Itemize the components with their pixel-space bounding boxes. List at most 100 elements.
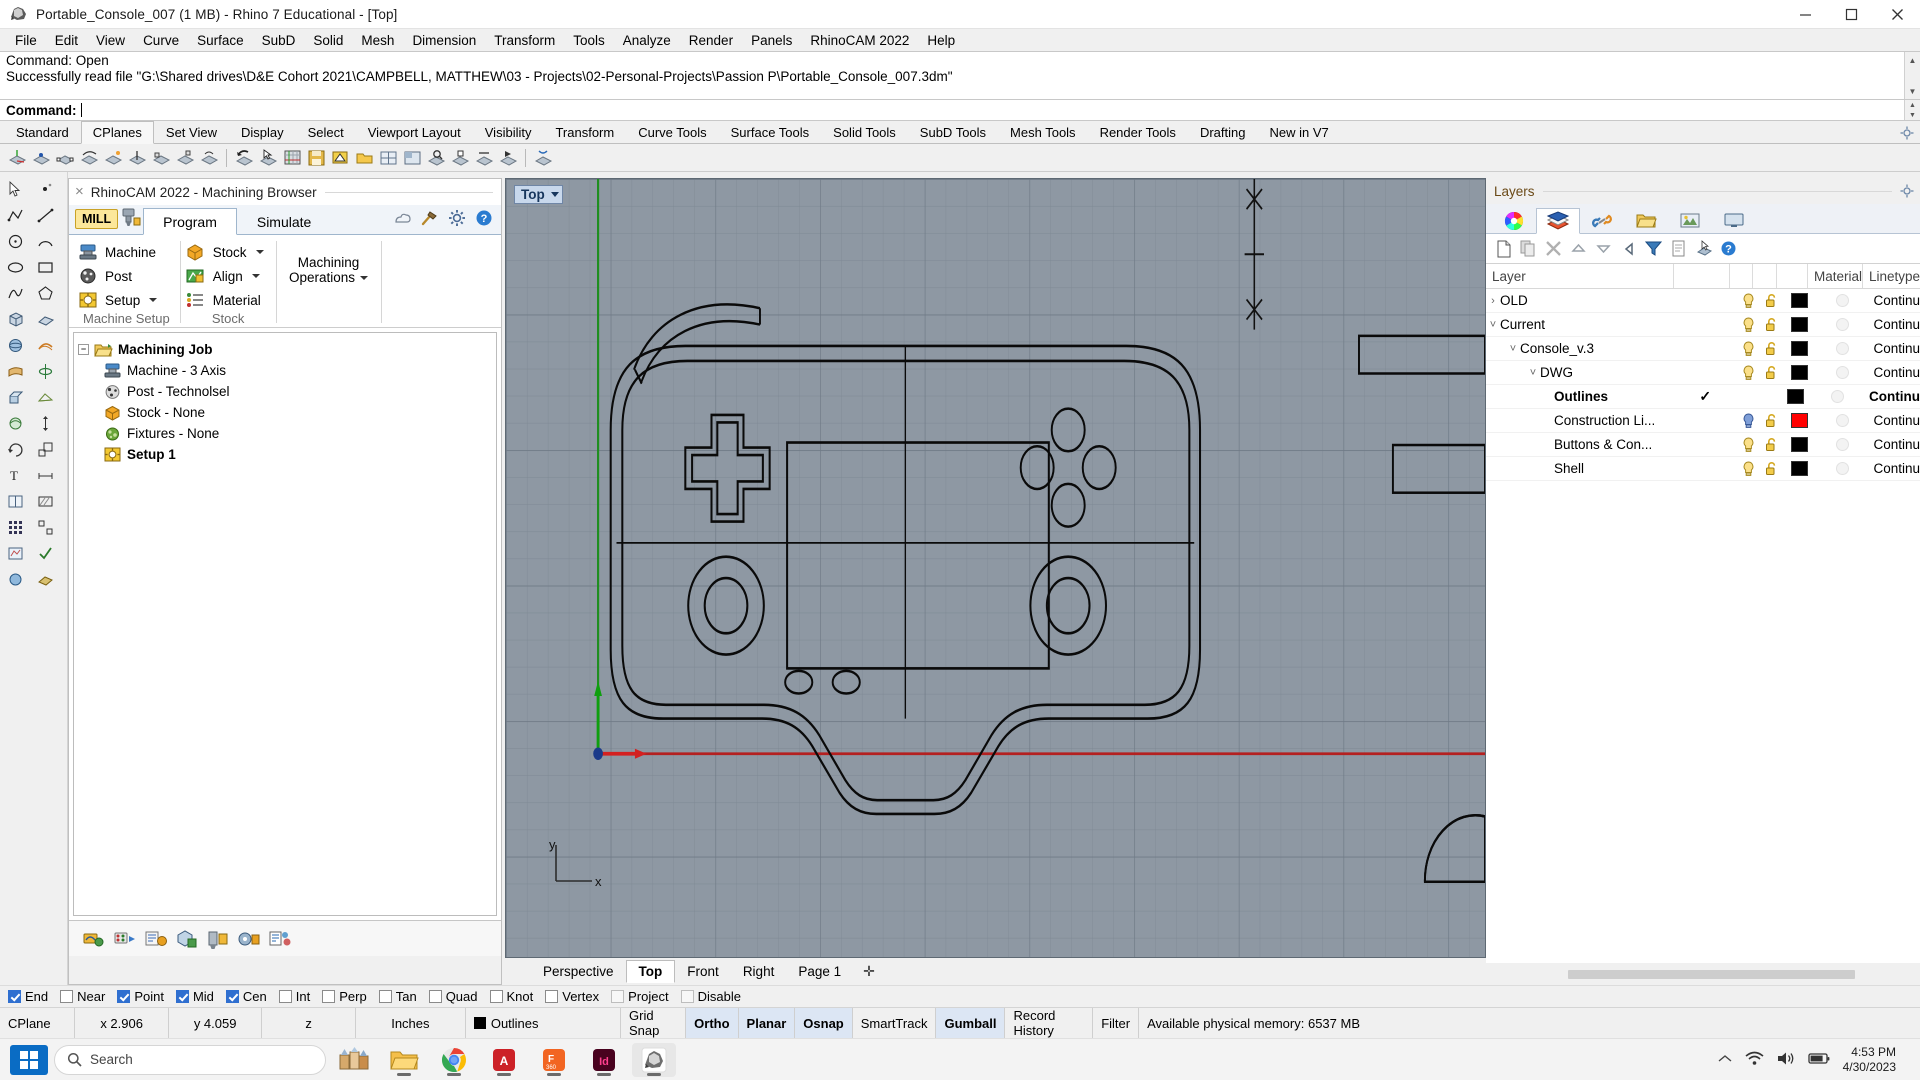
post-button[interactable]: Post <box>77 265 172 287</box>
osnap-near-checkbox[interactable] <box>60 990 74 1003</box>
cplane-elevation-icon[interactable] <box>150 147 172 169</box>
menu-tools[interactable]: Tools <box>564 31 614 50</box>
layer-visibility-toggle[interactable] <box>1736 364 1760 381</box>
menu-render[interactable]: Render <box>680 31 742 50</box>
taskbar-search-box[interactable]: Search <box>54 1044 326 1075</box>
tool-circle-icon[interactable] <box>0 228 30 254</box>
tool-library-icon[interactable] <box>205 927 231 951</box>
mill-mode-badge[interactable]: MILL <box>75 207 143 231</box>
tool-arc-icon[interactable] <box>30 228 60 254</box>
osnap-knot-checkbox[interactable] <box>489 990 503 1003</box>
menu-help[interactable]: Help <box>918 31 964 50</box>
osnap-int[interactable]: Int <box>278 989 310 1004</box>
machining-operations-dropdown-caret-icon[interactable] <box>360 275 369 280</box>
command-prompt-spinner[interactable]: ▲ ▼ <box>1904 100 1920 120</box>
maximize-button[interactable] <box>1828 0 1874 29</box>
chevron-down-icon[interactable]: ˅ <box>1526 367 1540 379</box>
osnap-near[interactable]: Near <box>60 989 105 1004</box>
layer-name-cell[interactable]: › OLD <box>1486 289 1680 312</box>
layer-visibility-toggle[interactable] <box>1736 436 1760 453</box>
delete-layer-icon[interactable] <box>1544 239 1563 258</box>
layers-col-linetype[interactable]: Linetype <box>1863 264 1920 288</box>
layers-col-material[interactable]: Material <box>1808 264 1863 288</box>
tool-transform-icon[interactable] <box>30 410 60 436</box>
wifi-icon[interactable] <box>1745 1051 1764 1069</box>
layer-name-cell[interactable]: ˅ DWG <box>1486 361 1680 384</box>
layer-lock-toggle[interactable] <box>1760 365 1784 380</box>
tree-node-machine[interactable]: Machine - 3 Axis <box>78 360 492 381</box>
table-row[interactable]: › OLD Continu <box>1486 289 1920 313</box>
menu-edit[interactable]: Edit <box>46 31 87 50</box>
cplane-layout-icon[interactable] <box>377 147 399 169</box>
help-icon[interactable]: ? <box>1719 239 1738 258</box>
rhinocam-tab-simulate[interactable]: Simulate <box>237 208 331 234</box>
tool-revolve-icon[interactable] <box>30 358 60 384</box>
help-circle-icon[interactable]: ? <box>475 209 493 230</box>
layer-color-swatch[interactable] <box>1784 341 1815 356</box>
viewport-canvas[interactable] <box>506 179 1485 957</box>
layer-color-swatch[interactable] <box>1784 461 1815 476</box>
toolbar-tab-cplanes[interactable]: CPlanes <box>80 121 154 144</box>
toolbar-options-gear-icon[interactable] <box>1900 126 1914 140</box>
toolbar-tab-mesh-tools[interactable]: Mesh Tools <box>998 121 1088 143</box>
menu-solid[interactable]: Solid <box>304 31 352 50</box>
layer-current-check-icon[interactable]: ✓ <box>1677 388 1733 405</box>
tool-dimension-icon[interactable] <box>30 462 60 488</box>
top-viewport[interactable]: Top y x <box>505 178 1486 958</box>
taskbar-clock[interactable]: 4:53 PM 4/30/2023 <box>1843 1045 1902 1075</box>
taskbar-widgets-icon[interactable] <box>332 1043 376 1077</box>
toolbar-tab-standard[interactable]: Standard <box>4 121 81 143</box>
layer-linetype[interactable]: Continu <box>1869 413 1920 428</box>
taskbar-chrome-icon[interactable] <box>432 1043 476 1077</box>
table-row[interactable]: Shell Continu <box>1486 457 1920 481</box>
layer-lock-toggle[interactable] <box>1760 437 1784 452</box>
toolbar-tab-render-tools[interactable]: Render Tools <box>1088 121 1188 143</box>
osnap-mid-checkbox[interactable] <box>175 990 189 1003</box>
osnap-project[interactable]: Project <box>611 989 669 1004</box>
osnap-vertex-checkbox[interactable] <box>545 990 559 1003</box>
tool-mesh-icon[interactable] <box>30 384 60 410</box>
filter-icon[interactable] <box>1644 239 1663 258</box>
layers-col-visibility[interactable] <box>1730 264 1754 288</box>
layer-linetype[interactable]: Continu <box>1869 317 1920 332</box>
viewport-tab-front[interactable]: Front <box>675 961 731 982</box>
chevron-down-icon[interactable]: ˅ <box>1486 319 1500 331</box>
tool-sphere-icon[interactable] <box>0 332 30 358</box>
cplane-perpendicular-icon[interactable] <box>126 147 148 169</box>
toolbar-tab-select[interactable]: Select <box>296 121 356 143</box>
command-prompt-row[interactable]: Command: ▲ ▼ <box>0 100 1920 121</box>
tool-curve-icon[interactable] <box>0 280 30 306</box>
layer-material-cell[interactable] <box>1815 318 1870 331</box>
stock-dropdown-caret-icon[interactable] <box>255 250 264 254</box>
table-row[interactable]: ˅ Current Continu <box>1486 313 1920 337</box>
tool-select-arrow-icon[interactable] <box>0 176 30 202</box>
layer-color-swatch[interactable] <box>1784 437 1815 452</box>
toolbar-tab-viewport-layout[interactable]: Viewport Layout <box>356 121 473 143</box>
table-row[interactable]: ˅ DWG Continu <box>1486 361 1920 385</box>
settings-gear-icon[interactable] <box>448 209 466 230</box>
toolbar-tab-solid-tools[interactable]: Solid Tools <box>821 121 908 143</box>
layer-linetype[interactable]: Continu <box>1869 437 1920 452</box>
tool-array-icon[interactable] <box>30 514 60 540</box>
toolbar-tab-drafting[interactable]: Drafting <box>1188 121 1258 143</box>
table-row[interactable]: Buttons & Con... Continu <box>1486 433 1920 457</box>
tree-node-stock[interactable]: Stock - None <box>78 402 492 423</box>
status-current-layer[interactable]: Outlines <box>466 1008 621 1038</box>
panel-options-gear-icon[interactable] <box>1900 184 1914 198</box>
layers-horizontal-scrollbar[interactable] <box>1486 963 1920 985</box>
tool-rotate-icon[interactable] <box>0 436 30 462</box>
layer-linetype[interactable]: Continu <box>1869 293 1920 308</box>
layer-color-swatch[interactable] <box>1784 317 1815 332</box>
status-toggle-filter[interactable]: Filter <box>1093 1008 1140 1038</box>
stock-setup-icon[interactable] <box>174 927 200 951</box>
toolbar-tab-set-view[interactable]: Set View <box>154 121 229 143</box>
toolbar-tab-visibility[interactable]: Visibility <box>473 121 544 143</box>
taskbar-file-explorer-icon[interactable] <box>382 1043 426 1077</box>
hammer-icon[interactable] <box>421 210 439 229</box>
osnap-tan-checkbox[interactable] <box>378 990 392 1003</box>
generate-toolpath-icon[interactable] <box>81 927 107 951</box>
setup-button[interactable]: Setup <box>77 289 172 311</box>
properties-icon[interactable] <box>1669 239 1688 258</box>
toolbar-tab-transform[interactable]: Transform <box>543 121 626 143</box>
taskbar-rhino-icon[interactable] <box>632 1042 676 1077</box>
